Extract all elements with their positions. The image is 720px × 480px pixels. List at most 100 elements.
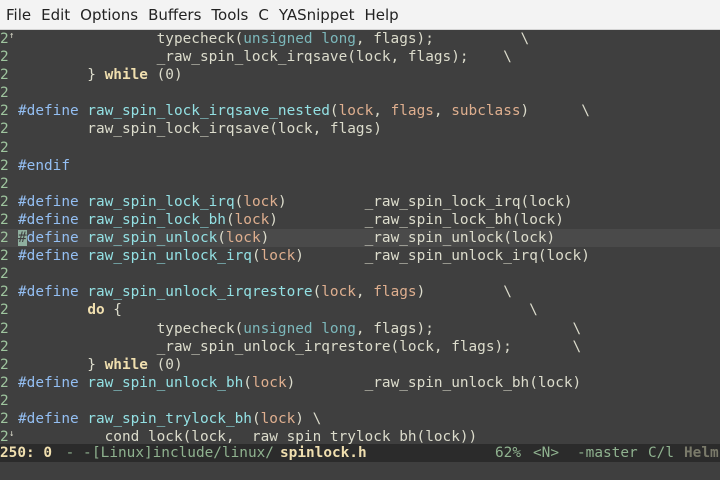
line-number: 2 — [0, 121, 9, 138]
code-token: while — [104, 356, 148, 373]
line-number: 2 — [0, 230, 9, 247]
code-line[interactable]: 2 — [0, 139, 720, 157]
code-line[interactable]: 2 — [0, 175, 720, 193]
code-line-current[interactable]: 2 #define raw_spin_unlock(lock) _raw_spin… — [0, 229, 720, 248]
menu-options[interactable]: Options — [80, 6, 138, 24]
line-number: 2 — [0, 157, 9, 174]
modeline-helm: Helm — [684, 445, 719, 461]
code-token: typecheck( — [18, 31, 244, 47]
code-editor[interactable]: 2 ↑ typecheck(unsigned long, flags); \ 2 _… — [0, 30, 720, 444]
echo-area[interactable] — [0, 462, 720, 480]
line-number: 2 — [0, 392, 9, 409]
code-text: #define raw_spin_unlock_irq(lock) _raw_s… — [18, 247, 590, 265]
scroll-down-indicator-icon: ↓ — [9, 429, 15, 440]
code-token: ( — [329, 103, 339, 120]
code-line[interactable]: 2 #define raw_spin_unlock_irqrestore(lock… — [0, 283, 720, 301]
code-line[interactable]: 2 — [0, 265, 720, 283]
code-token: , flags); \ — [355, 31, 530, 47]
code-line[interactable]: 2 } while (0) — [0, 356, 720, 374]
code-token: ( — [225, 211, 235, 228]
code-token: lock — [260, 410, 296, 427]
menu-file[interactable]: File — [6, 6, 31, 24]
code-line[interactable]: 2 #define raw_spin_lock_irq(lock) _raw_sp… — [0, 193, 720, 211]
line-number: 2 — [0, 302, 9, 319]
code-line[interactable]: 2 ↓ cond_lock(lock, _raw_spin_trylock_bh(… — [0, 428, 720, 444]
modeline-filename: spinlock.h — [280, 445, 367, 461]
code-token: subclass — [451, 103, 521, 120]
code-token: raw_spin_lock_irqsave_nested — [87, 103, 330, 120]
line-number: 2 — [0, 338, 9, 355]
menu-edit[interactable]: Edit — [41, 6, 70, 24]
code-token: unsigned long — [243, 320, 356, 337]
menu-help[interactable]: Help — [364, 6, 398, 24]
code-token: flags — [390, 103, 434, 120]
code-token: cond_lock(lock, _raw_spin_trylock_bh(loc… — [18, 429, 478, 444]
menu-buffers[interactable]: Buffers — [148, 6, 201, 24]
menu-c[interactable]: C — [258, 6, 268, 24]
code-line[interactable]: 2 #define raw_spin_lock_irqsave_nested(lo… — [0, 102, 720, 120]
code-text: #endif — [18, 157, 70, 175]
code-token: raw_spin_lock_irqsave(lock, flags) — [18, 121, 382, 138]
code-line[interactable]: 2 #define raw_spin_trylock_bh(lock) \ — [0, 410, 720, 428]
code-token: do — [87, 302, 105, 319]
code-token: #define — [18, 248, 79, 265]
code-line[interactable]: 2 #endif — [0, 157, 720, 175]
code-text: #define raw_spin_lock_irq(lock) _raw_spi… — [18, 193, 573, 211]
code-token: ) _raw_spin_unlock(lock) — [260, 230, 556, 247]
code-line[interactable]: 2 ↑ typecheck(unsigned long, flags); \ — [0, 30, 720, 48]
menu-tools[interactable]: Tools — [211, 6, 248, 24]
line-number: 2 — [0, 248, 9, 265]
code-line[interactable]: 2 _raw_spin_unlock_irqrestore(lock, flag… — [0, 338, 720, 356]
code-token: , — [433, 103, 452, 120]
code-token: raw_spin_lock_bh — [87, 211, 226, 228]
code-text: #define raw_spin_unlock_irqrestore(lock,… — [18, 283, 512, 301]
modeline-major-mode: C/l — [648, 445, 674, 461]
code-line[interactable]: 2 — [0, 84, 720, 102]
modeline-branch: -master — [577, 445, 638, 461]
line-number: 2 — [0, 266, 9, 283]
code-token: ( — [217, 230, 226, 247]
code-line[interactable]: 2 do { \ — [0, 301, 720, 319]
menu-yasnippet[interactable]: YASnippet — [279, 6, 355, 24]
code-line[interactable]: 2 } while (0) — [0, 66, 720, 84]
line-number: 2 — [0, 175, 9, 192]
code-line[interactable]: 2 #define raw_spin_unlock_bh(lock) _raw_s… — [0, 374, 720, 392]
code-text: #define raw_spin_unlock_bh(lock) _raw_sp… — [18, 374, 581, 392]
code-line[interactable]: 2 _raw_spin_lock_irqsave(lock, flags); \ — [0, 48, 720, 66]
code-text: #define raw_spin_lock_irqsave_nested(loc… — [18, 102, 590, 120]
line-number: 2 — [0, 67, 9, 84]
modeline-dashes: - - — [57, 445, 92, 461]
line-number: 2 — [0, 356, 9, 373]
code-line[interactable]: 2 #define raw_spin_unlock_irq(lock) _raw_… — [0, 247, 720, 265]
code-token: ) \ — [416, 284, 512, 301]
modeline-path: [Linux]include/linux/ — [92, 445, 274, 461]
text-cursor: # — [18, 230, 27, 247]
code-line[interactable]: 2 #define raw_spin_lock_bh(lock) _raw_spi… — [0, 211, 720, 229]
code-token: ) \ — [520, 103, 590, 120]
code-token: ( — [234, 193, 244, 210]
code-text: #define raw_spin_unlock(lock) _raw_spin_… — [18, 229, 555, 247]
code-token: ( — [243, 374, 252, 391]
code-token: #define — [18, 410, 79, 427]
code-token: } — [18, 67, 105, 84]
code-token: lock — [338, 103, 374, 120]
modeline-evil-state: <N> — [533, 445, 559, 461]
line-number: 2 — [0, 49, 9, 66]
code-token: _raw_spin_unlock_irqrestore(lock, flags)… — [18, 338, 582, 355]
code-line[interactable]: 2 — [0, 392, 720, 410]
code-token: lock — [251, 374, 287, 391]
mode-line: 250: 0 - - [Linux]include/linux/ spinloc… — [0, 444, 720, 462]
scroll-up-indicator-icon: ↑ — [9, 31, 15, 41]
code-token: lock — [243, 193, 278, 210]
code-line[interactable]: 2 typecheck(unsigned long, flags); \ — [0, 320, 720, 338]
code-token: raw_spin_unlock_irqrestore — [87, 284, 313, 301]
code-token: #define — [18, 374, 79, 391]
line-number: 2 — [0, 103, 9, 120]
code-token: (0) — [147, 67, 183, 84]
code-text: } while (0) — [18, 356, 182, 374]
code-token: , — [355, 284, 374, 301]
code-line[interactable]: 2 raw_spin_lock_irqsave(lock, flags) — [0, 120, 720, 138]
code-token: ) _raw_spin_unlock_bh(lock) — [286, 374, 582, 391]
code-text: #define raw_spin_trylock_bh(lock) \ — [18, 410, 321, 428]
line-number: 2 — [0, 374, 9, 391]
